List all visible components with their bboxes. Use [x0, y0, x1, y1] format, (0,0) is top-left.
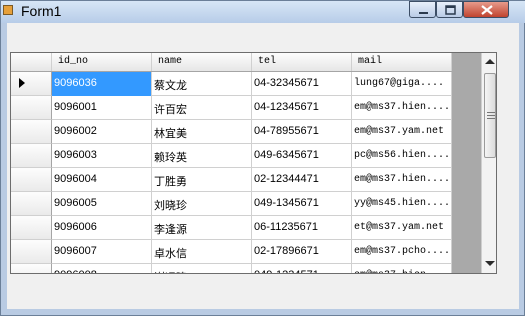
cell-id-no[interactable]: 9096005	[52, 192, 152, 216]
row-header[interactable]	[11, 264, 52, 273]
table-row[interactable]: 9096004 丁胜勇 02-12344471 em@ms37.hien....	[52, 168, 452, 192]
cell-name[interactable]: 许百宏	[152, 96, 252, 120]
close-button[interactable]	[463, 1, 509, 18]
cell-id-no[interactable]: 9096004	[52, 168, 152, 192]
title-bar[interactable]: Form1	[1, 1, 525, 23]
cell-name[interactable]: 刘晓珍	[152, 192, 252, 216]
row-header[interactable]	[11, 216, 52, 240]
scroll-down-arrow-icon[interactable]	[485, 261, 495, 266]
cell-name[interactable]: 蔡文龙	[152, 72, 252, 96]
cell-id-no[interactable]: 9096001	[52, 96, 152, 120]
table-row[interactable]: 9096003 赖玲英 049-6345671 pc@ms56.hien....	[52, 144, 452, 168]
row-header[interactable]	[11, 72, 52, 96]
cell-mail[interactable]: em@ms37.pcho....	[352, 240, 452, 264]
table-row[interactable]: 9096006 李逢源 06-11235671 et@ms37.yam.net	[52, 216, 452, 240]
close-icon	[481, 5, 493, 15]
cell-id-no[interactable]: 9096007	[52, 240, 152, 264]
table-row[interactable]: 9096001 许百宏 04-12345671 em@ms37.hien....	[52, 96, 452, 120]
cell-tel[interactable]: 049-1345671	[252, 192, 352, 216]
column-header-name[interactable]: name	[152, 53, 252, 71]
cell-mail[interactable]: em@ms37.yam.net	[352, 120, 452, 144]
column-header-mail[interactable]: mail	[352, 53, 452, 71]
vertical-scrollbar[interactable]	[481, 53, 496, 273]
cell-name[interactable]: 赖玲英	[152, 144, 252, 168]
minimize-button[interactable]	[409, 1, 436, 18]
row-header[interactable]	[11, 120, 52, 144]
cell-mail[interactable]: yy@ms45.hien....	[352, 192, 452, 216]
form-window: Form1 id_no name tel mail 9096036 蔡文龙 04-3…	[0, 0, 525, 316]
maximize-icon	[445, 5, 456, 15]
column-header-id-no[interactable]: id_no	[52, 53, 152, 71]
cell-mail[interactable]: pc@ms56.hien....	[352, 144, 452, 168]
cell-name[interactable]: 李逢源	[152, 216, 252, 240]
cell-tel[interactable]: 02-17896671	[252, 240, 352, 264]
minimize-icon	[419, 12, 428, 14]
scroll-up-arrow-icon[interactable]	[485, 59, 495, 64]
row-header[interactable]	[11, 168, 52, 192]
cell-tel[interactable]: 04-12345671	[252, 96, 352, 120]
grip-line	[487, 118, 495, 119]
cell-tel[interactable]: 049-1234571	[252, 264, 352, 273]
table-row[interactable]: 9096008谢运建049-1234571em@ms37.hien....	[52, 264, 452, 273]
cell-id-no[interactable]: 9096003	[52, 144, 152, 168]
grid-header: id_no name tel mail	[11, 53, 452, 72]
cell-mail[interactable]: em@ms37.hien....	[352, 264, 452, 273]
app-icon	[3, 5, 13, 15]
cell-id-no[interactable]: 9096008	[52, 264, 152, 273]
row-header[interactable]	[11, 192, 52, 216]
cell-tel[interactable]: 04-32345671	[252, 72, 352, 96]
cell-mail[interactable]: et@ms37.yam.net	[352, 216, 452, 240]
cell-mail[interactable]: em@ms37.hien....	[352, 96, 452, 120]
row-header[interactable]	[11, 96, 52, 120]
table-row[interactable]: 9096002 林宜美 04-78955671 em@ms37.yam.net	[52, 120, 452, 144]
cell-name[interactable]: 谢运建	[152, 264, 252, 273]
window-title: Form1	[21, 3, 62, 19]
cell-id-no[interactable]: 9096036	[52, 72, 152, 96]
data-grid[interactable]: id_no name tel mail 9096036 蔡文龙 04-3234567…	[10, 52, 497, 274]
cell-name[interactable]: 丁胜勇	[152, 168, 252, 192]
scroll-thumb[interactable]	[484, 73, 496, 158]
maximize-button[interactable]	[436, 1, 463, 18]
row-header[interactable]	[11, 144, 52, 168]
cell-mail[interactable]: lung67@giga....	[352, 72, 452, 96]
current-row-arrow-icon	[19, 78, 25, 88]
cell-tel[interactable]: 049-6345671	[252, 144, 352, 168]
cell-tel[interactable]: 04-78955671	[252, 120, 352, 144]
cell-name[interactable]: 林宜美	[152, 120, 252, 144]
cell-tel[interactable]: 06-11235671	[252, 216, 352, 240]
cell-id-no[interactable]: 9096002	[52, 120, 152, 144]
cell-id-no[interactable]: 9096006	[52, 216, 152, 240]
table-row[interactable]: 9096005 刘晓珍 049-1345671 yy@ms45.hien....	[52, 192, 452, 216]
column-header-tel[interactable]: tel	[252, 53, 352, 71]
grip-line	[487, 112, 495, 113]
cell-tel[interactable]: 02-12344471	[252, 168, 352, 192]
grip-line	[487, 115, 495, 116]
row-header[interactable]	[11, 240, 52, 264]
cell-mail[interactable]: em@ms37.hien....	[352, 168, 452, 192]
table-row[interactable]: 9096007 卓水信 02-17896671 em@ms37.pcho....	[52, 240, 452, 264]
table-row[interactable]: 9096036 蔡文龙 04-32345671 lung67@giga....	[52, 72, 452, 96]
cell-name[interactable]: 卓水信	[152, 240, 252, 264]
header-corner	[11, 53, 52, 71]
